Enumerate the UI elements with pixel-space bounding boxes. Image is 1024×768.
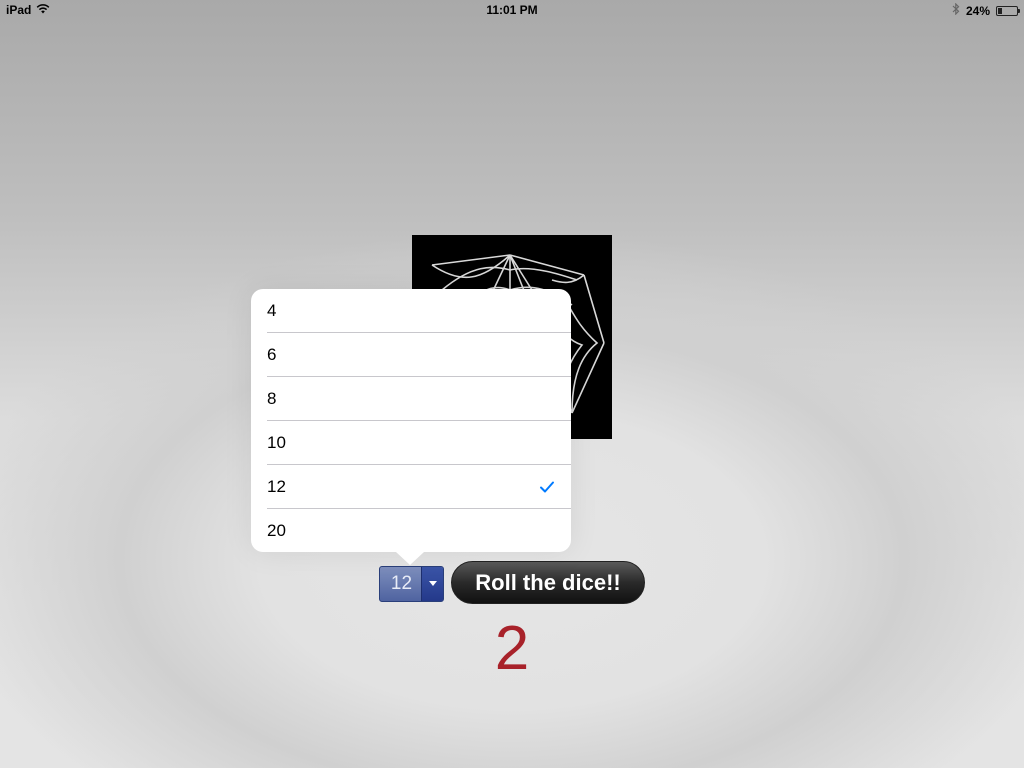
dice-sides-select[interactable]: 12 — [379, 566, 444, 602]
battery-icon — [996, 5, 1020, 16]
dice-option-label: 10 — [267, 433, 286, 452]
checkmark-icon — [539, 479, 555, 495]
dice-select-value: 12 — [390, 573, 413, 594]
status-time: 11:01 PM — [486, 3, 538, 17]
dice-option-label: 6 — [267, 345, 277, 364]
dice-option[interactable]: 6 — [251, 333, 571, 377]
dice-option[interactable]: 20 — [251, 509, 571, 553]
battery-fill — [998, 7, 1002, 14]
bluetooth-icon — [952, 2, 960, 18]
dice-options-list: 4 6 8 10 12 20 — [251, 289, 571, 553]
dice-option[interactable]: 10 — [251, 421, 571, 465]
dice-option-selected[interactable]: 12 — [251, 465, 571, 509]
popover-arrow — [396, 552, 424, 565]
dice-option-label: 8 — [267, 389, 277, 408]
dropdown-arrow-button[interactable] — [421, 567, 443, 601]
chevron-down-icon — [429, 581, 437, 586]
dice-option-label: 20 — [267, 521, 286, 540]
status-right: 24% — [952, 2, 1020, 18]
dice-options-popover: 4 6 8 10 12 20 — [251, 289, 571, 552]
roll-result: 2 — [494, 614, 530, 683]
roll-dice-button[interactable]: Roll the dice!! — [451, 561, 645, 604]
dice-option-label: 4 — [267, 301, 277, 320]
battery-percent: 24% — [965, 3, 990, 18]
dice-option[interactable]: 8 — [251, 377, 571, 421]
status-bar: iPad 11:01 PM 24% — [0, 0, 1024, 20]
dice-option[interactable]: 4 — [251, 289, 571, 333]
dice-option-label: 12 — [267, 477, 286, 496]
